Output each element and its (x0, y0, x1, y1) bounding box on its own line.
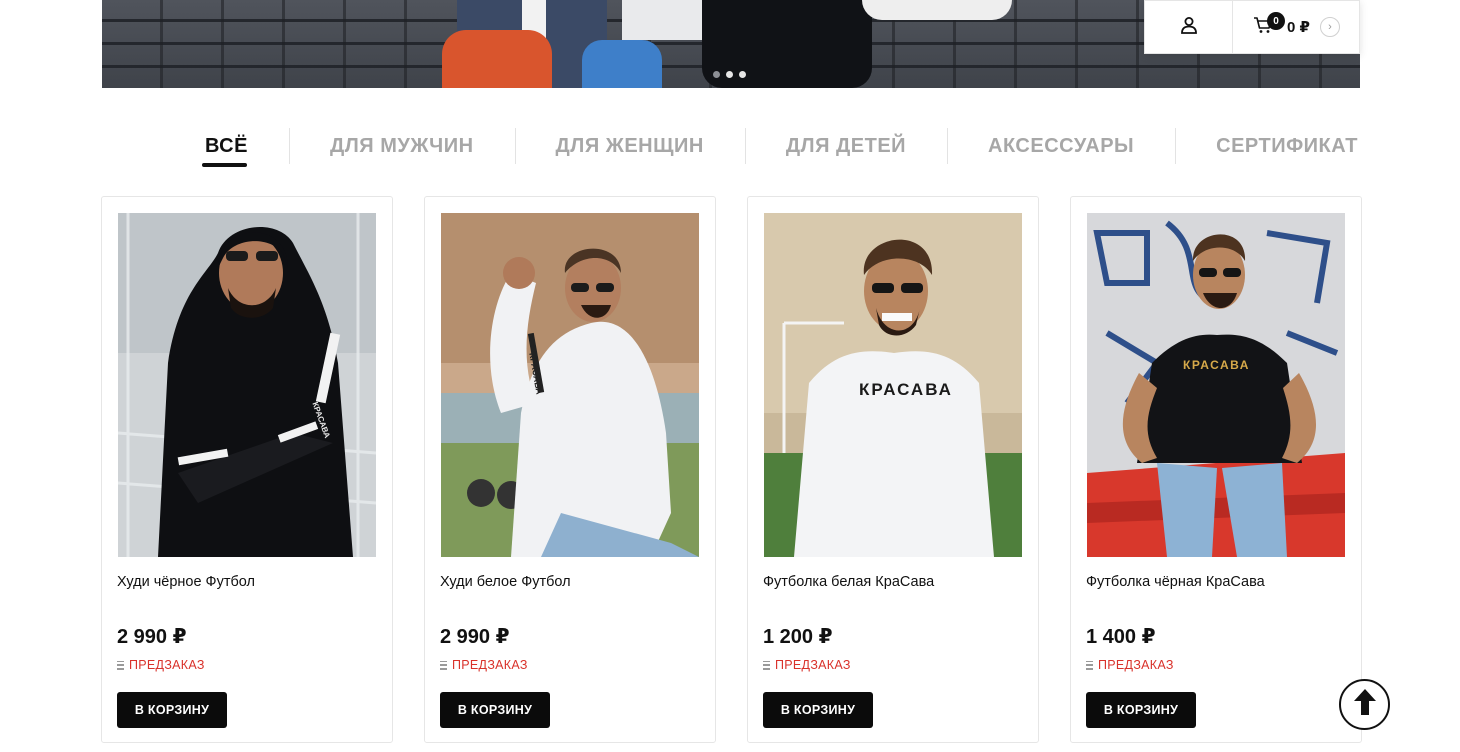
product-image-black-hoodie[interactable]: КРАСАВА (118, 213, 376, 557)
product-name[interactable]: Футболка чёрная КраСава (1086, 574, 1265, 590)
preorder-status: ПРЕДЗАКАЗ (440, 658, 528, 672)
product-grid: КРАСАВА Худи чёрное Футбол 2 990 ₽ ПРЕДЗ… (101, 196, 1362, 743)
user-icon (1180, 16, 1198, 39)
add-to-cart-button[interactable]: В КОРЗИНУ (763, 692, 873, 728)
add-to-cart-button[interactable]: В КОРЗИНУ (440, 692, 550, 728)
product-name[interactable]: Футболка белая КраСава (763, 574, 934, 590)
header-user-cart-widget: 0 0 ₽ › (1144, 0, 1360, 54)
list-icon (440, 660, 447, 670)
product-card: КРАСАВА Худи белое Футбол 2 990 ₽ ПРЕДЗА… (424, 196, 716, 743)
product-price: 1 200 ₽ (763, 626, 833, 648)
product-card: КРАСАВА Худи чёрное Футбол 2 990 ₽ ПРЕДЗ… (101, 196, 393, 743)
banner-figure-shirt (622, 0, 712, 40)
account-button[interactable] (1145, 1, 1233, 53)
preorder-label: ПРЕДЗАКАЗ (775, 658, 851, 672)
scroll-to-top-button[interactable] (1339, 679, 1390, 730)
slider-dot-active[interactable] (726, 71, 733, 78)
preorder-label: ПРЕДЗАКАЗ (452, 658, 528, 672)
product-card: КРАСАВА Футболка белая КраСава 1 200 ₽ П… (747, 196, 1039, 743)
slider-dots (713, 71, 746, 78)
tab-certificate[interactable]: СЕРТИФИКАТ (1175, 127, 1399, 165)
product-image-black-tshirt[interactable]: КРАСАВА (1087, 213, 1345, 557)
list-icon (117, 660, 124, 670)
product-price: 2 990 ₽ (440, 626, 510, 648)
tab-women[interactable]: ДЛЯ ЖЕНЩИН (514, 127, 745, 165)
product-name[interactable]: Худи белое Футбол (440, 574, 571, 590)
add-to-cart-button[interactable]: В КОРЗИНУ (1086, 692, 1196, 728)
cart-button[interactable]: 0 0 ₽ › (1233, 1, 1359, 53)
arrow-up-icon (1352, 687, 1378, 722)
cart-count-badge: 0 (1267, 12, 1285, 30)
category-tabs: ВСЁ ДЛЯ МУЖЧИН ДЛЯ ЖЕНЩИН ДЛЯ ДЕТЕЙ АКСЕ… (164, 126, 1399, 167)
banner-figure-shoe-blue (582, 40, 662, 88)
tab-all[interactable]: ВСЁ (164, 127, 289, 167)
preorder-status: ПРЕДЗАКАЗ (117, 658, 205, 672)
banner-figure-white-sleeve (862, 0, 1012, 20)
tab-accessories[interactable]: АКСЕССУАРЫ (947, 127, 1175, 165)
chevron-right-icon[interactable]: › (1319, 17, 1340, 37)
banner-figure-shoe (442, 30, 552, 88)
preorder-label: ПРЕДЗАКАЗ (1098, 658, 1174, 672)
product-name[interactable]: Худи чёрное Футбол (117, 574, 255, 590)
product-image-white-tshirt[interactable]: КРАСАВА (764, 213, 1022, 557)
list-icon (1086, 660, 1093, 670)
tab-men[interactable]: ДЛЯ МУЖЧИН (289, 127, 515, 165)
tab-kids[interactable]: ДЛЯ ДЕТЕЙ (744, 127, 947, 165)
tshirt-print-text: КРАСАВА (859, 380, 953, 399)
cart-sum: 0 ₽ (1287, 19, 1310, 36)
add-to-cart-button[interactable]: В КОРЗИНУ (117, 692, 227, 728)
product-price: 2 990 ₽ (117, 626, 187, 648)
tshirt-print-text: КРАСАВА (1183, 358, 1250, 372)
preorder-status: ПРЕДЗАКАЗ (763, 658, 851, 672)
product-image-white-hoodie[interactable]: КРАСАВА (441, 213, 699, 557)
slider-dot[interactable] (739, 71, 746, 78)
product-card: КРАСАВА Футболка чёрная КраСава 1 400 ₽ … (1070, 196, 1362, 743)
list-icon (763, 660, 770, 670)
product-price: 1 400 ₽ (1086, 626, 1156, 648)
preorder-label: ПРЕДЗАКАЗ (129, 658, 205, 672)
slider-dot[interactable] (713, 71, 720, 78)
preorder-status: ПРЕДЗАКАЗ (1086, 658, 1174, 672)
